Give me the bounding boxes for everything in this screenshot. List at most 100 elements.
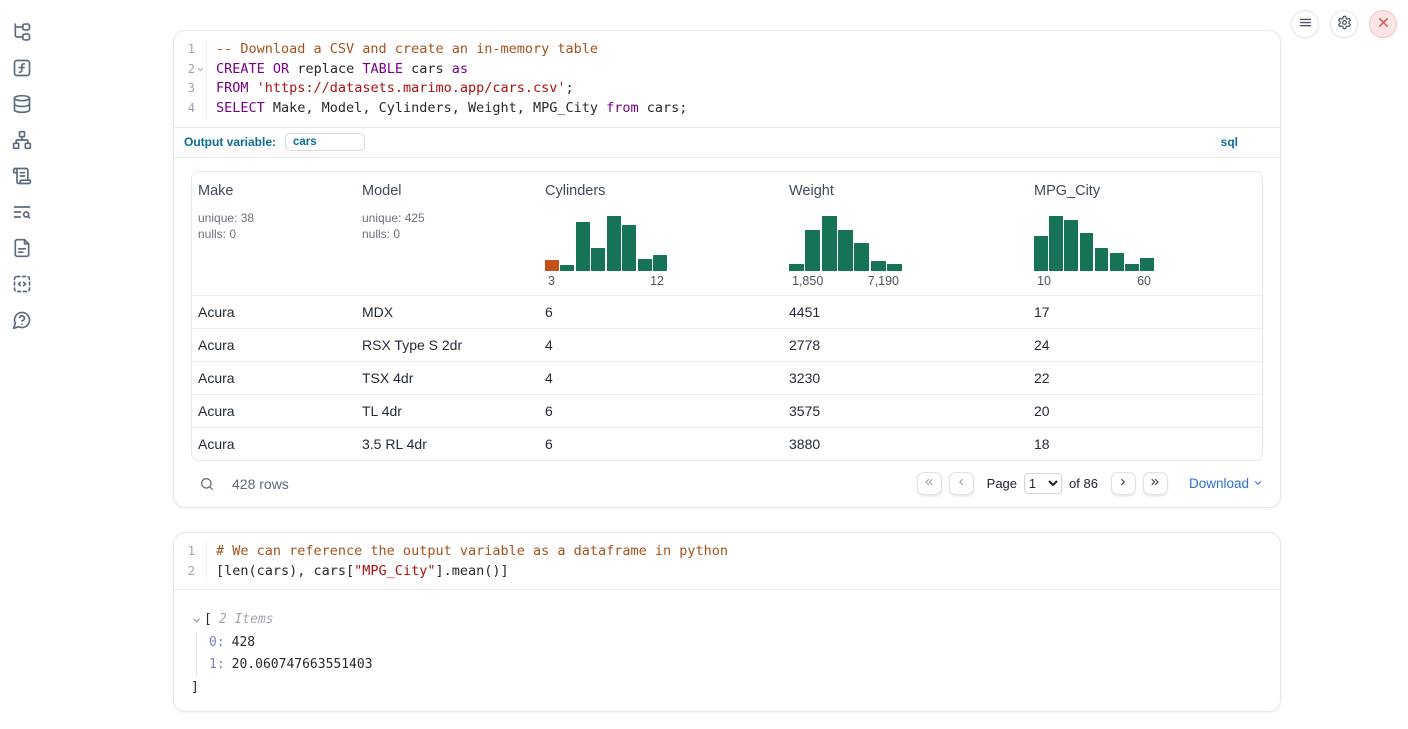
column-header: Make unique: 38nulls: 0 [192,172,356,295]
sql-code-editor[interactable]: 1-- Download a CSV and create an in-memo… [174,31,1280,127]
histogram-bar[interactable] [653,255,667,271]
output-variable-input[interactable] [285,133,365,151]
python-cell: 1# We can reference the output variable … [173,532,1281,712]
logs-search-icon[interactable] [12,202,32,222]
table-cell: 4 [539,337,783,353]
row-count: 428 rows [232,476,289,492]
functions-icon[interactable] [12,58,32,78]
histogram-bar[interactable] [1049,216,1063,271]
code-line: 3FROM 'https://datasets.marimo.app/cars.… [174,79,1280,99]
shutdown-button[interactable] [1369,10,1397,38]
search-icon[interactable] [199,476,215,492]
histogram-min-label: 10 [1037,274,1051,288]
output-variable-label: Output variable: [184,135,276,149]
language-badge[interactable]: sql [1221,135,1238,149]
last-page-button[interactable] [1143,472,1168,495]
download-button[interactable]: Download [1189,476,1263,491]
documentation-icon[interactable] [12,238,32,258]
page-select[interactable]: 1 [1024,473,1062,494]
table-cell: 17 [1028,304,1262,320]
fold-spacer [195,103,206,115]
histogram-axis-labels: 1060 [1034,274,1154,288]
chevrons-left-icon [923,476,935,491]
column-title: Make [198,183,348,199]
histogram-bar[interactable] [1125,264,1139,271]
histogram-bar[interactable] [789,264,804,271]
column-header: Cylinders 312 [539,172,783,295]
code-text: FROM 'https://datasets.marimo.app/cars.c… [207,79,574,99]
histogram-bar[interactable] [545,260,559,271]
table-cell: 3.5 RL 4dr [356,436,539,452]
table-row: AcuraRSX Type S 2dr4277824 [192,328,1262,361]
table-row: Acura3.5 RL 4dr6388018 [192,427,1262,460]
line-number: 1 [174,542,207,562]
histogram-bar[interactable] [607,216,621,271]
menu-icon [1298,15,1313,33]
code-line: 4SELECT Make, Model, Cylinders, Weight, … [174,99,1280,119]
histogram-max-label: 7,190 [868,274,899,288]
python-code-editor[interactable]: 1# We can reference the output variable … [174,533,1280,589]
scratchpad-icon[interactable] [12,166,32,186]
table-cell: 18 [1028,436,1262,452]
chevron-right-icon [1117,476,1129,491]
database-icon[interactable] [12,94,32,114]
prev-page-button[interactable] [949,472,974,495]
column-stats: unique: 38nulls: 0 [198,210,348,242]
table-cell: 3575 [783,403,1028,419]
histogram-bar[interactable] [871,261,886,270]
line-number: 1 [174,40,207,60]
table-body: AcuraMDX6445117AcuraRSX Type S 2dr427782… [192,295,1262,460]
first-page-button[interactable] [917,472,942,495]
page-total: of 86 [1069,476,1098,491]
histogram-bar[interactable] [576,222,590,270]
code-text: -- Download a CSV and create an in-memor… [207,40,598,60]
dependency-graph-icon[interactable] [12,130,32,150]
table-cell: TSX 4dr [356,370,539,386]
histogram-bar[interactable] [1095,248,1109,271]
sql-cell: 1-- Download a CSV and create an in-memo… [173,30,1281,508]
histogram-bar[interactable] [805,230,820,271]
histogram-min-label: 3 [548,274,555,288]
histogram-bar[interactable] [1064,220,1078,271]
snippets-icon[interactable] [12,274,32,294]
file-explorer-icon[interactable] [12,22,32,42]
menu-button[interactable] [1291,10,1319,38]
help-icon[interactable] [12,310,32,330]
histogram-bar[interactable] [822,216,837,271]
histogram-bar[interactable] [887,264,902,271]
table-footer: 428 rows Page 1 of 86 [191,461,1263,503]
histogram-axis-labels: 1,850 7,190 [789,274,902,288]
histogram-bar[interactable] [591,248,605,271]
histogram-bar[interactable] [560,265,574,271]
chevron-down-icon [1253,476,1263,491]
fold-chevron-icon[interactable] [195,64,206,76]
column-title: Cylinders [545,183,775,199]
collapse-chevron-icon[interactable] [191,615,202,626]
table-row: AcuraMDX6445117 [192,295,1262,328]
histogram-bar[interactable] [1034,236,1048,271]
histogram-min-label: 1,850 [792,274,823,288]
settings-button[interactable] [1330,10,1358,38]
code-text: CREATE OR replace TABLE cars as [207,60,468,80]
fold-spacer [195,83,206,95]
items-count-label: 2 Items [219,609,274,632]
python-cell-output: [ 2 Items 0:4281:20.060747663551403 ] [174,589,1280,699]
table-cell: 3230 [783,370,1028,386]
table-cell: MDX [356,304,539,320]
histogram-bar[interactable] [1110,253,1124,271]
list-output-body: 0:4281:20.060747663551403 [196,632,1263,677]
histogram-bar[interactable] [638,259,652,271]
histogram-bar[interactable] [1080,233,1094,270]
histogram-bar[interactable] [1140,258,1154,271]
histogram-bar[interactable] [854,243,869,271]
histogram-bar[interactable] [838,230,853,271]
line-number: 2 [174,562,207,582]
list-item-index: 1: [209,657,225,672]
list-item: 1:20.060747663551403 [209,654,1263,677]
next-page-button[interactable] [1111,472,1136,495]
table-cell: 4451 [783,304,1028,320]
topbar-controls [1291,10,1397,38]
table-cell: 3880 [783,436,1028,452]
histogram-axis-labels: 312 [545,274,667,288]
histogram-bar[interactable] [622,225,636,271]
